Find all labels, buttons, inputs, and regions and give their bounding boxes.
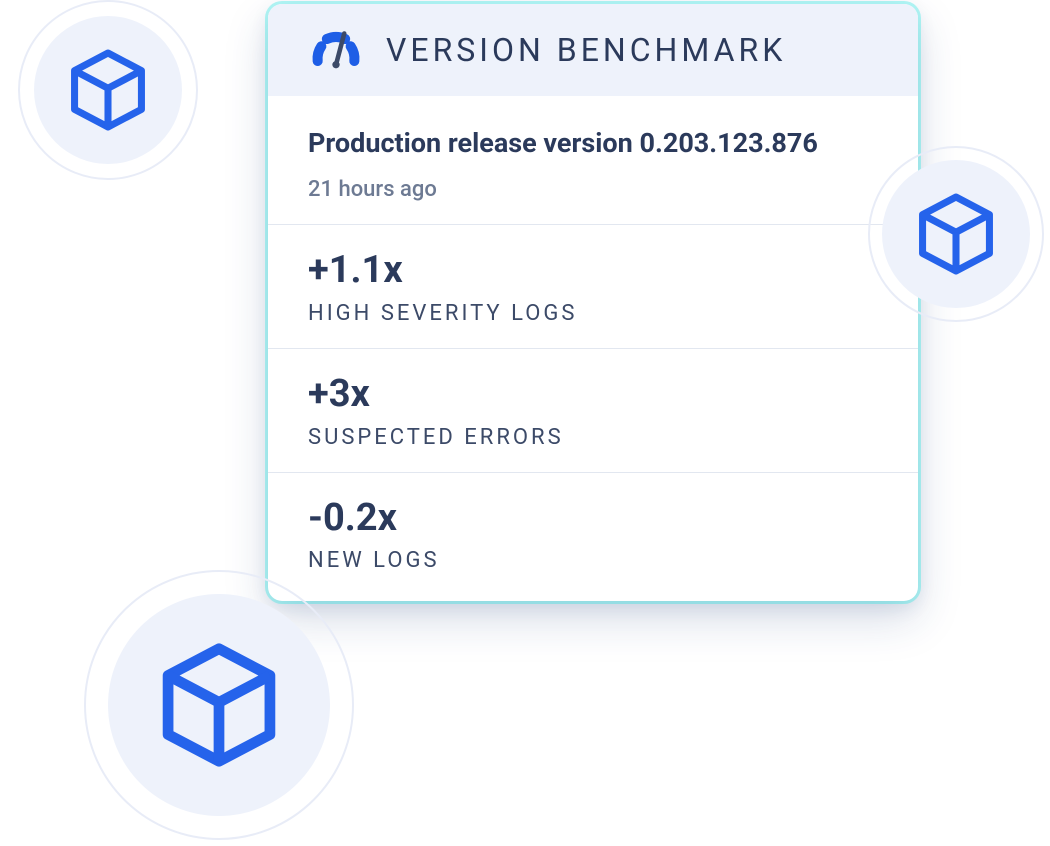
metric-value: +1.1x (308, 249, 878, 293)
version-benchmark-card: VERSION BENCHMARK Production release ver… (268, 4, 918, 601)
metric-label: HIGH SEVERITY LOGS (308, 301, 878, 326)
badge-inner-circle (108, 594, 330, 816)
badge-inner-circle (882, 160, 1030, 308)
card-header: VERSION BENCHMARK (268, 4, 918, 96)
release-timestamp: 21 hours ago (308, 177, 878, 202)
metric-value: +3x (308, 373, 878, 417)
metric-label: SUSPECTED ERRORS (308, 425, 878, 450)
cube-icon (912, 190, 1000, 278)
cube-badge-right (868, 146, 1044, 322)
card-title: VERSION BENCHMARK (386, 31, 786, 69)
gauge-icon (308, 28, 364, 72)
metric-label: NEW LOGS (308, 548, 878, 573)
release-info: Production release version 0.203.123.876… (268, 96, 918, 225)
badge-inner-circle (34, 16, 182, 164)
metric-row: +3x SUSPECTED ERRORS (268, 349, 918, 473)
cube-icon (152, 638, 286, 772)
cube-badge-bottom-left (84, 570, 354, 840)
cube-icon (64, 46, 152, 134)
metric-row: +1.1x HIGH SEVERITY LOGS (268, 225, 918, 349)
metric-row: -0.2x NEW LOGS (268, 473, 918, 602)
cube-badge-top-left (18, 0, 198, 180)
release-name: Production release version 0.203.123.876 (308, 124, 878, 163)
metric-value: -0.2x (308, 497, 878, 541)
